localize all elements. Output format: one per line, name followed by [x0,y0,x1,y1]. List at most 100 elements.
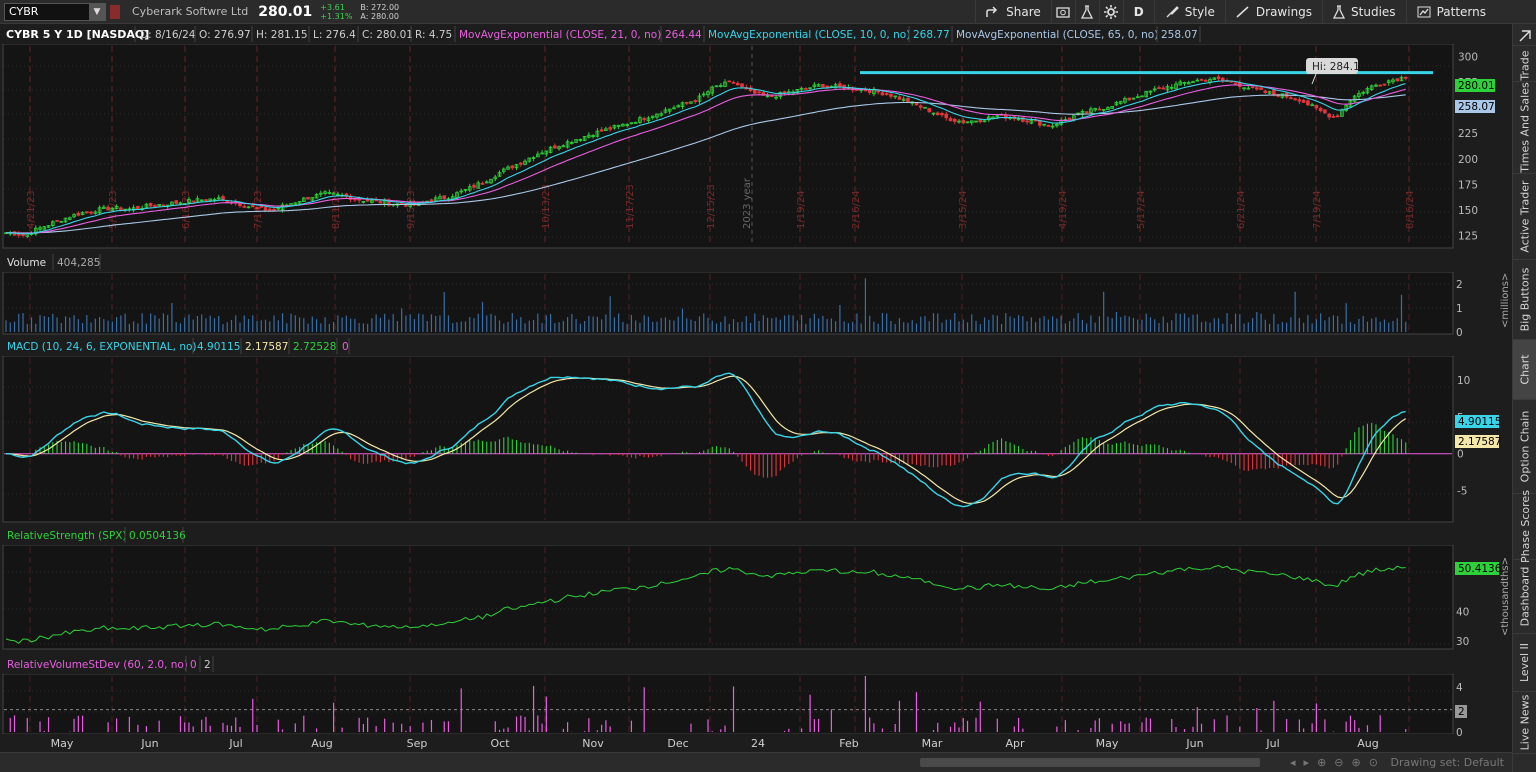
pattern-icon [1417,6,1431,18]
magnifier-minus-icon[interactable]: ⊖ [1334,756,1343,769]
candle-body [89,211,93,214]
candle-body [731,81,736,84]
chevron-down-icon[interactable]: ▼ [89,3,105,20]
magnifier-plus-icon[interactable]: ⊕ [1352,756,1361,769]
date-label: 10/13/23 [541,184,552,229]
candle-body [1301,99,1306,103]
sidebar-tab-chart[interactable]: Chart [1513,340,1536,400]
zoom-in-icon[interactable]: ▸ [1304,756,1310,769]
sidebar-tab-trade[interactable]: Trade [1513,50,1536,82]
volume-label[interactable]: Volume [7,257,46,269]
macd-avg-tag-text: 2.17587 [1458,436,1501,448]
candle-body [961,120,966,124]
candle-body [906,97,910,103]
style-button[interactable]: Style [1153,0,1225,24]
ma21-value: 264.44 [665,29,702,41]
chart-area[interactable]: 4/21/23 5/19/23 6/16/23 7/14/23 8/11/23 9/15/… [0,24,1512,772]
macd-diff: 2.72528 [293,341,336,353]
macd-panel[interactable] [2,355,1454,523]
sidebar-tab-active-trader[interactable]: Active Trader [1513,174,1536,260]
candle-body [927,108,932,113]
sidebar-tab-level-ii[interactable]: Level II [1513,634,1536,692]
share-button[interactable]: Share [975,0,1051,24]
drawings-button[interactable]: Drawings [1224,0,1322,24]
candle-body [608,127,612,130]
alert-flag-icon[interactable] [110,4,120,19]
candle-body [599,129,604,132]
rs-panel[interactable] [2,544,1454,650]
candle-body [1327,113,1331,118]
date-label: 8/16/24 [1405,190,1416,229]
price-axis-tick: 175 [1458,179,1478,191]
volume-axis-tick: 0 [1456,327,1463,339]
period-button[interactable]: D [1122,0,1154,24]
ma21-label[interactable]: MovAvgExponential (CLOSE, 21, 0, no) [459,29,661,41]
rv-tag-text: 2 [1458,706,1465,718]
chart-svg[interactable]: 4/21/23 5/19/23 6/16/23 7/14/23 8/11/23 9/15/… [0,24,1512,752]
status-bar: ◂ ▸ ⊕ ⊖ ⊕ ⊙ Drawing set: Default [0,752,1512,772]
candle-body [21,234,25,236]
candle-body [1203,79,1208,82]
patterns-button[interactable]: Patterns [1405,0,1496,24]
candle-body [1157,87,1161,90]
candle-body [365,199,370,202]
drawings-label: Drawings [1255,5,1313,19]
symbol-input[interactable]: CYBR ▼ [4,2,106,21]
candle-body [153,205,157,208]
candle-body [55,220,59,222]
sidebar-pin-icon[interactable] [1513,26,1536,46]
horizontal-scrollbar[interactable] [920,758,1260,767]
flask-button[interactable] [1074,0,1099,24]
settings-button[interactable] [1098,0,1123,24]
candle-body [306,197,310,200]
candle-body [519,162,523,165]
zoom-out-icon[interactable]: ◂ [1290,756,1296,769]
macd-avg-tag: 2.17587 [1455,435,1501,448]
change-value: +3.61 [320,2,345,12]
drawing-set-label[interactable]: Drawing set: Default [1391,756,1504,769]
date-label: 4/19/24 [1058,190,1069,229]
rv-label[interactable]: RelativeVolumeStDev (60, 2.0, no) [7,659,188,671]
sidebar-tab-label: Active Trader [1518,180,1532,253]
x-axis-month: Dec [667,737,688,750]
ma10-label[interactable]: MovAvgExponential (CLOSE, 10, 0, no) [708,29,910,41]
price-axis-tick: 200 [1458,154,1478,166]
candle-body [944,113,949,119]
studies-button[interactable]: Studies [1322,0,1406,24]
macd-zero: 0 [342,341,349,353]
volume-unit: <millions> [1500,273,1511,328]
candle-body [1250,86,1255,89]
sidebar-tab-times-and-sales[interactable]: Times And Sales [1513,82,1536,174]
candle-body [85,211,89,214]
ma65-value: 258.07 [1161,29,1198,41]
candle-body [238,203,242,207]
ma65-label[interactable]: MovAvgExponential (CLOSE, 65, 0, no) [956,29,1158,41]
snapshot-button[interactable] [1050,0,1075,24]
date-label: 3/15/24 [958,190,969,229]
sidebar-tab-live-news[interactable]: Live News [1513,692,1536,754]
macd-axis-tick: 10 [1457,375,1470,387]
sidebar-tab-option-chain[interactable]: Option Chain [1513,400,1536,494]
date-label: 9/15/23 [406,190,417,229]
ohlc-low: L: 276.4 [313,29,356,41]
crosshair-icon[interactable]: ⊕ [1317,756,1326,769]
sidebar-tab-phase-scores[interactable]: Phase Scores [1513,490,1536,563]
fit-icon[interactable]: ⊙ [1369,756,1378,769]
sidebar-tab-big-buttons[interactable]: Big Buttons [1513,260,1536,340]
style-label: Style [1184,5,1215,19]
right-sidebar: Trade Times And Sales Active Trader Big But… [1512,24,1536,772]
x-axis-month: Sep [407,737,428,750]
candle-body [1025,120,1029,123]
sidebar-tab-dashboard[interactable]: Dashboard [1513,560,1536,634]
ma-tag: 258.07 [1455,100,1495,113]
macd-avg: 2.17587 [245,341,288,353]
macd-value-tag: 4.90115 [1455,415,1501,428]
rs-label[interactable]: RelativeStrength (SPX) [7,530,126,542]
candle-body [429,199,434,202]
candle-body [897,96,902,100]
sidebar-tab-label: Dashboard [1518,566,1532,627]
rv-panel[interactable] [2,673,1454,735]
flask-icon [1081,5,1094,19]
price-axis-tick: 300 [1458,51,1478,63]
macd-label[interactable]: MACD (10, 24, 6, EXPONENTIAL, no) [7,341,197,353]
